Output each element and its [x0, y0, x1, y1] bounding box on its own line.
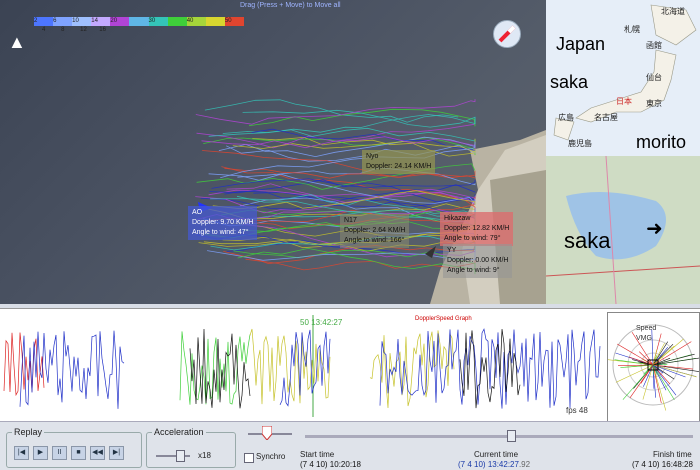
city-label: 仙台 [646, 73, 662, 82]
legend-tick-label: 2 [34, 18, 38, 24]
boat-angle: Angle to wind: 166° [344, 237, 405, 244]
pause-button[interactable]: II [52, 446, 67, 460]
zoom-slider-thumb[interactable] [261, 425, 273, 441]
map-title: Japan [556, 34, 606, 54]
city-label: 東京 [646, 99, 662, 108]
acceleration-value: x18 [198, 451, 211, 460]
timeline-slider[interactable] [305, 435, 693, 438]
regional-detail-map: saka ➜ [546, 156, 700, 304]
finish-time-label: Finish time [653, 450, 692, 459]
acceleration-slider-thumb[interactable] [176, 450, 185, 462]
city-label: 日本 [616, 97, 632, 106]
legend-tick-label: 50 [224, 18, 232, 24]
boat-tag-yy: YY Doppler: 0.00 KM/H Angle to wind: 9° [443, 244, 513, 278]
graph-time-marker: 50 13:42:27 [300, 318, 343, 327]
boat-angle: Angle to wind: 79° [444, 235, 501, 242]
north-arrow-icon: ▲ [8, 32, 26, 52]
boat-doppler: Doppler: 2.64 KM/H [344, 227, 406, 234]
boat-doppler: Doppler: 24.14 KM/H [366, 163, 432, 170]
skip-start-button[interactable]: |◀ [14, 446, 29, 460]
city-label: 名古屋 [594, 113, 618, 122]
polar-speed-label: Speed [636, 325, 657, 332]
boat-angle: Angle to wind: 47° [192, 229, 249, 236]
legend-tick-label: 40 [186, 18, 194, 24]
place-label-morito: morito [636, 132, 687, 152]
legend-tick-label: 20 [110, 18, 118, 24]
legend-tick-label: 16 [99, 27, 106, 33]
place-label-saka: saka [550, 72, 589, 92]
boat-name: Nyo [366, 153, 379, 160]
boat-doppler: Doppler: 9.70 KM/H [192, 219, 254, 226]
arrow-right-icon: ➜ [646, 218, 663, 240]
rewind-button[interactable]: ◀◀ [90, 446, 105, 460]
boat-angle: Angle to wind: 9° [447, 267, 500, 274]
japan-overview-map: Japan saka morito 札幌 北海道 函館 仙台 日本 東京 広島 … [546, 0, 700, 156]
legend-tick-label: 14 [91, 18, 98, 24]
start-time-label: Start time [300, 450, 335, 459]
speed-color-legend: 2 6 10 14 20 30 40 50 4 8 12 16 [34, 17, 245, 35]
current-time-value: (7 4 10) 13:42:27.92 [458, 460, 531, 469]
synchro-checkbox[interactable] [244, 453, 254, 463]
stop-button[interactable]: ■ [71, 446, 86, 460]
timeline-slider-thumb[interactable] [506, 430, 516, 442]
doppler-speed-graph[interactable] [0, 308, 700, 421]
boat-name: N17 [344, 217, 357, 224]
city-label: 北海道 [661, 7, 685, 16]
acceleration-group [146, 432, 236, 468]
play-button[interactable]: ▶ [33, 446, 48, 460]
boat-doppler: Doppler: 12.82 KM/H [444, 225, 510, 232]
synchro-label: Synchro [256, 452, 286, 461]
fps-readout: fps 48 [566, 406, 588, 415]
skip-end-button[interactable]: ▶| [109, 446, 124, 460]
finish-time-value: (7 4 10) 16:48:28 [632, 460, 693, 469]
wind-direction-icon[interactable] [493, 20, 521, 48]
boat-tag-hikazaw: Hikazaw Doppler: 12.82 KM/H Angle to win… [440, 212, 514, 246]
satellite-map-view[interactable]: Drag (Press + Move) to Move all 2 6 10 14 20… [0, 0, 546, 304]
current-time-label: Current time [474, 450, 519, 459]
legend-tick-label: 4 [42, 27, 46, 33]
drag-hint: Drag (Press + Move) to Move all [240, 2, 341, 9]
boat-tag-nyo: Nyo Doppler: 24.14 KM/H [362, 150, 436, 174]
replay-title: Replay [12, 427, 45, 437]
boat-name: AO [192, 209, 203, 216]
start-time-value: (7 4 10) 10:20:18 [300, 460, 361, 469]
detail-place-label: saka [564, 228, 611, 253]
acceleration-title: Acceleration [152, 427, 206, 437]
legend-tick-label: 10 [72, 18, 79, 24]
polar-diagram[interactable]: Speed VMG [607, 312, 700, 422]
city-label: 札幌 [624, 25, 640, 34]
legend-tick-label: 12 [80, 27, 87, 33]
boat-name: YY [447, 247, 457, 254]
graph-title: DopplerSpeed Graph [415, 316, 472, 322]
polar-vmg-label: VMG [636, 335, 652, 342]
legend-tick-label: 8 [61, 27, 65, 33]
boat-doppler: Doppler: 0.00 KM/H [447, 257, 509, 264]
boat-tag-n17: N17 Doppler: 2.64 KM/H Angle to wind: 16… [340, 214, 410, 248]
legend-tick-label: 30 [148, 18, 156, 24]
playback-controls: Replay |◀ ▶ II ■ ◀◀ ▶| Acceleration x18 … [0, 421, 700, 470]
city-label: 鹿児島 [568, 139, 592, 148]
boat-name: Hikazaw [444, 215, 471, 222]
legend-tick-label: 6 [53, 18, 57, 24]
boat-tag-ao: AO Doppler: 9.70 KM/H Angle to wind: 47° [188, 206, 258, 240]
city-label: 広島 [558, 113, 574, 122]
city-label: 函館 [646, 41, 662, 50]
